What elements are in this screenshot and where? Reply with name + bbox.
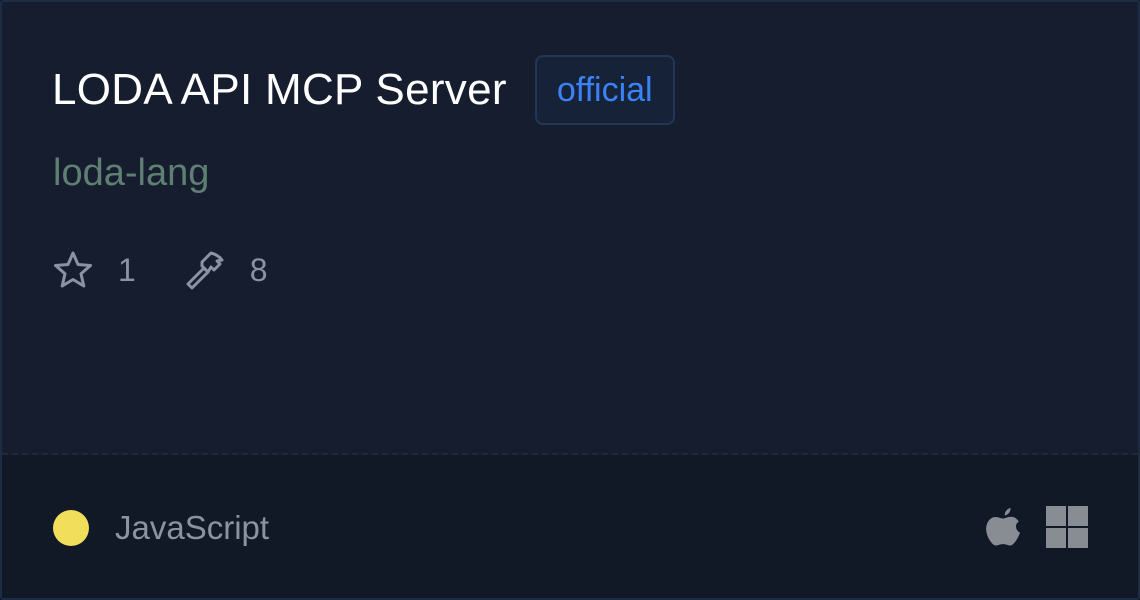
owner-name[interactable]: loda-lang [53,152,209,195]
server-card[interactable]: LODA API MCP Server official loda-lang 1 [0,0,1140,600]
card-body: LODA API MCP Server official loda-lang 1 [2,2,1138,453]
badge-label: official [556,70,653,109]
star-icon [52,250,94,290]
language-color-dot [53,510,89,546]
language-name: JavaScript [115,509,270,546]
stars-count: 1 [118,251,136,288]
hammer-icon [184,249,226,291]
language-indicator: JavaScript [53,507,269,549]
tools-count: 8 [249,251,268,288]
stats-row: 1 8 [52,248,268,292]
server-title[interactable]: LODA API MCP Server [52,65,507,115]
tools-stat: 8 [184,249,268,291]
official-badge: official [534,55,675,125]
card-footer: JavaScript [2,455,1138,598]
stars-stat: 1 [52,250,136,290]
platform-icons [984,505,1088,549]
title-row: LODA API MCP Server official [52,52,675,128]
windows-icon [1046,506,1088,548]
apple-icon [984,505,1022,549]
